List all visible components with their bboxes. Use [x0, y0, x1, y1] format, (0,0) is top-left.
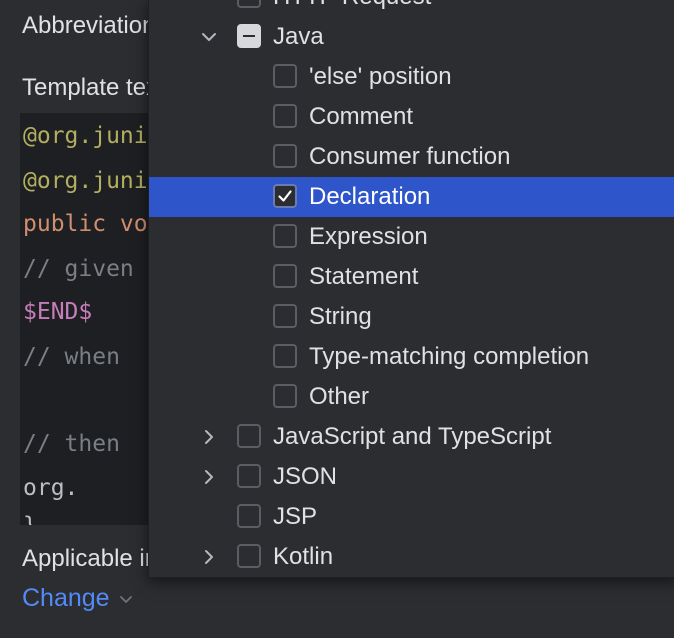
context-label: String — [309, 303, 372, 330]
chevron-right-icon[interactable] — [199, 427, 219, 447]
context-row-statement[interactable]: Statement — [149, 257, 674, 297]
context-row-declaration[interactable]: Declaration — [149, 177, 674, 217]
code-line-8: // then — [23, 431, 120, 457]
context-row-string[interactable]: String — [149, 297, 674, 337]
context-row-jsp[interactable]: JSP — [149, 497, 674, 537]
change-link-text: Change — [22, 584, 110, 612]
checkbox-jsp[interactable] — [237, 504, 261, 528]
context-label: 'else' position — [309, 63, 452, 90]
checkbox-statement[interactable] — [273, 264, 297, 288]
context-label: HTTP Request — [273, 0, 431, 12]
checkbox-http-request[interactable] — [237, 0, 261, 8]
context-row-other[interactable]: Other — [149, 377, 674, 417]
context-row-type-matching-completion[interactable]: Type-matching completion — [149, 337, 674, 377]
checkbox-declaration[interactable] — [273, 184, 297, 208]
context-label: Declaration — [309, 183, 431, 210]
context-row-kotlin[interactable]: Kotlin — [149, 537, 674, 577]
checkbox-javascript-and-typescript[interactable] — [237, 424, 261, 448]
change-context-link[interactable]: Change — [22, 584, 134, 613]
applicable-in-label: Applicable in — [22, 545, 159, 572]
abbreviation-label: Abbreviation: — [22, 12, 163, 39]
checkbox-consumer-function[interactable] — [273, 144, 297, 168]
context-row-java[interactable]: Java — [149, 17, 674, 57]
checkmark-icon — [278, 190, 292, 202]
context-label: JavaScript and TypeScript — [273, 423, 552, 450]
context-label: JSON — [273, 463, 338, 490]
code-line-5: $END$ — [23, 299, 93, 325]
code-line-6: // when — [23, 344, 120, 370]
code-line-2: @org.junit — [23, 168, 162, 194]
context-row-comment[interactable]: Comment — [149, 97, 674, 137]
context-label: Consumer function — [309, 143, 511, 170]
context-label: Type-matching completion — [309, 343, 590, 370]
chevron-down-icon[interactable] — [199, 27, 219, 47]
code-line-9: org. — [23, 475, 79, 501]
context-row-consumer-function[interactable]: Consumer function — [149, 137, 674, 177]
checkbox-string[interactable] — [273, 304, 297, 328]
checkbox-json[interactable] — [237, 464, 261, 488]
chevron-right-icon[interactable] — [199, 547, 219, 567]
code-line-10: } — [23, 513, 37, 525]
context-row-http-request[interactable]: HTTP Request — [149, 0, 674, 17]
checkbox-else-position[interactable] — [273, 64, 297, 88]
checkbox-comment[interactable] — [273, 104, 297, 128]
context-label: Kotlin — [273, 543, 334, 570]
code-line-1: @org.junit — [23, 123, 162, 149]
chevron-down-icon — [119, 595, 132, 603]
context-row-javascript-and-typescript[interactable]: JavaScript and TypeScript — [149, 417, 674, 457]
context-label: Statement — [309, 263, 419, 290]
context-label: Other — [309, 383, 370, 410]
checkbox-other[interactable] — [273, 384, 297, 408]
context-label: Java — [273, 23, 324, 50]
context-label: Expression — [309, 223, 428, 250]
context-row-else-position[interactable]: 'else' position — [149, 57, 674, 97]
checkbox-java[interactable] — [237, 24, 261, 48]
context-selection-popup: HTTP Request Java 'else' position Comment Co… — [148, 0, 674, 578]
live-template-settings: Abbreviation: Template text: @org.junit … — [0, 0, 674, 638]
code-line-4: // given — [23, 256, 134, 282]
checkbox-type-matching-completion[interactable] — [273, 344, 297, 368]
checkbox-expression[interactable] — [273, 224, 297, 248]
context-label: Comment — [309, 103, 414, 130]
checkbox-kotlin[interactable] — [237, 544, 261, 568]
chevron-right-icon[interactable] — [199, 467, 219, 487]
context-label: JSP — [273, 503, 318, 530]
context-row-json[interactable]: JSON — [149, 457, 674, 497]
context-row-expression[interactable]: Expression — [149, 217, 674, 257]
